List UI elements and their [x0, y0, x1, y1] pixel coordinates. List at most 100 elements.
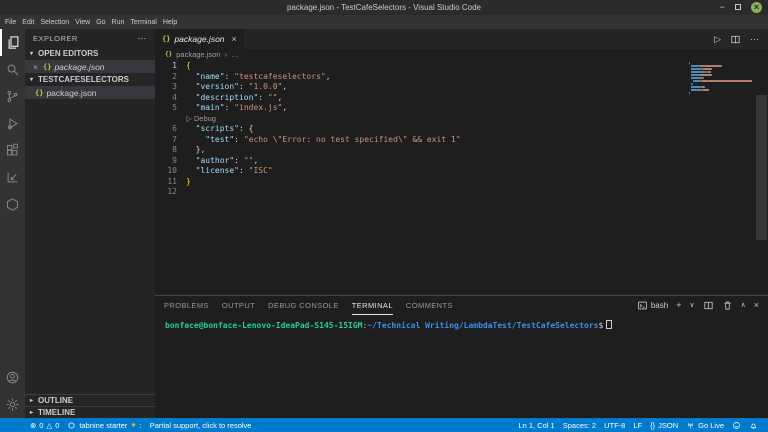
- hexagon-icon[interactable]: [0, 191, 25, 218]
- chart-icon[interactable]: [0, 164, 25, 191]
- tab-package-json[interactable]: {} package.json ×: [155, 29, 244, 49]
- codelens-debug[interactable]: ▷ Debug: [186, 114, 216, 123]
- code-line[interactable]: 8 },: [155, 145, 768, 156]
- code-token: "": [244, 156, 254, 165]
- json-file-icon: {}: [35, 89, 43, 97]
- panel-tab-comments[interactable]: COMMENTS: [406, 296, 453, 315]
- new-terminal-icon[interactable]: +: [676, 300, 681, 311]
- language-label: JSON: [658, 421, 678, 430]
- tab-bar: {} package.json × ▷ ⋯: [155, 29, 768, 49]
- indentation-status[interactable]: Spaces: 2: [559, 421, 600, 430]
- code-line[interactable]: 4 "description": "",: [155, 93, 768, 104]
- broadcast-icon: [686, 421, 695, 430]
- code-line[interactable]: 10 "license": "ISC": [155, 166, 768, 177]
- notifications-bell-icon[interactable]: [745, 421, 762, 430]
- eol-status[interactable]: LF: [629, 421, 646, 430]
- settings-gear-icon[interactable]: [0, 391, 25, 418]
- outline-header[interactable]: ▸ OUTLINE: [25, 394, 155, 406]
- codelens-row[interactable]: ▷ Debug: [155, 114, 768, 125]
- account-icon[interactable]: [0, 364, 25, 391]
- encoding-status[interactable]: UTF-8: [600, 421, 629, 430]
- code-token: "author": [196, 156, 235, 165]
- code-editor[interactable]: 1{2 "name": "testcafeselectors",3 "versi…: [155, 59, 768, 295]
- menu-help[interactable]: Help: [160, 19, 180, 26]
- split-terminal-icon[interactable]: [703, 300, 714, 311]
- panel-tab-terminal[interactable]: TERMINAL: [352, 296, 393, 315]
- breadcrumb-file[interactable]: package.json: [176, 50, 220, 59]
- code-line[interactable]: 6 "scripts": {: [155, 124, 768, 135]
- panel-tab-debug-console[interactable]: DEBUG CONSOLE: [268, 296, 339, 315]
- close-editor-icon[interactable]: ×: [33, 62, 40, 72]
- maximize-panel-icon[interactable]: ∧: [741, 300, 746, 311]
- code-token: [186, 72, 196, 81]
- code-token: :: [239, 166, 249, 175]
- close-window-icon[interactable]: ×: [751, 2, 762, 13]
- open-editor-item-package-json[interactable]: × {} package.json: [25, 60, 155, 73]
- source-control-icon[interactable]: [0, 83, 25, 110]
- search-icon[interactable]: [0, 56, 25, 83]
- breadcrumb[interactable]: {} package.json › …: [155, 49, 768, 59]
- explorer-icon[interactable]: [0, 29, 25, 56]
- line-text: "version": "1.0.0",: [177, 82, 287, 93]
- minimize-icon[interactable]: −: [720, 0, 725, 15]
- code-line[interactable]: 12: [155, 187, 768, 198]
- timeline-header[interactable]: ▸ TIMELINE: [25, 406, 155, 418]
- shell-selector[interactable]: bash: [637, 300, 668, 311]
- code-line[interactable]: 7 "test": "echo \"Error: no test specifi…: [155, 135, 768, 146]
- menu-terminal[interactable]: Terminal: [127, 19, 159, 26]
- kill-terminal-icon[interactable]: [722, 300, 733, 311]
- cursor-position[interactable]: Ln 1, Col 1: [514, 421, 558, 430]
- extensions-icon[interactable]: [0, 137, 25, 164]
- code-token: ,: [253, 156, 258, 165]
- terminal-dropdown-icon[interactable]: ∨: [689, 300, 694, 311]
- code-line[interactable]: 5 "main": "index.js",: [155, 103, 768, 114]
- code-line[interactable]: 9 "author": "",: [155, 156, 768, 167]
- menu-edit[interactable]: Edit: [19, 19, 37, 26]
- breadcrumb-tail[interactable]: …: [231, 50, 239, 59]
- minimap-segment: [710, 71, 711, 73]
- menu-view[interactable]: View: [72, 19, 93, 26]
- line-number: 1: [155, 61, 177, 72]
- menu-file[interactable]: File: [2, 19, 19, 26]
- menu-go[interactable]: Go: [93, 19, 108, 26]
- panel-tab-output[interactable]: OUTPUT: [222, 296, 255, 315]
- code-token: ,: [282, 82, 287, 91]
- tabnine-status[interactable]: tabnine starter ★ :: [63, 421, 145, 430]
- panel-actions: bash + ∨ ∧ ×: [637, 300, 759, 311]
- menu-run[interactable]: Run: [109, 19, 128, 26]
- feedback-button[interactable]: [728, 421, 745, 430]
- minimap-segment: [703, 68, 711, 70]
- minimap-line: [689, 83, 751, 85]
- minimap[interactable]: [689, 62, 751, 98]
- status-bar: ⊗ 0 △ 0 tabnine starter ★ : Partial supp…: [0, 418, 768, 432]
- line-text: "author": "",: [177, 156, 258, 167]
- language-mode[interactable]: {} JSON: [646, 421, 682, 430]
- more-actions-icon[interactable]: ⋯: [750, 34, 759, 45]
- code-line[interactable]: 1{: [155, 61, 768, 72]
- code-token: "test": [205, 135, 234, 144]
- code-line[interactable]: 2 "name": "testcafeselectors",: [155, 72, 768, 83]
- close-tab-icon[interactable]: ×: [232, 34, 237, 44]
- explorer-more-actions-icon[interactable]: ⋯: [138, 33, 148, 44]
- run-file-icon[interactable]: ▷: [714, 34, 721, 45]
- menu-selection[interactable]: Selection: [37, 19, 72, 26]
- minimap-segment: [691, 68, 701, 70]
- split-editor-icon[interactable]: [730, 34, 741, 45]
- code-line[interactable]: 3 "version": "1.0.0",: [155, 82, 768, 93]
- go-live-button[interactable]: Go Live: [682, 421, 728, 430]
- editor-scrollbar[interactable]: [756, 95, 767, 240]
- close-panel-icon[interactable]: ×: [754, 300, 759, 311]
- file-item-package-json[interactable]: {} package.json: [25, 86, 155, 99]
- run-debug-icon[interactable]: [0, 110, 25, 137]
- tabnine-separator: :: [140, 421, 142, 430]
- problems-status[interactable]: ⊗ 0 △ 0: [26, 421, 63, 430]
- tabnine-message[interactable]: Partial support, click to resolve: [146, 421, 256, 430]
- code-line[interactable]: 11}: [155, 177, 768, 188]
- line-text: {: [177, 61, 191, 72]
- panel-tab-problems[interactable]: PROBLEMS: [164, 296, 209, 315]
- workspace-header[interactable]: ▾ TESTCAFESELECTORS: [25, 73, 155, 86]
- terminal[interactable]: bonface@bonface-Lenovo-IdeaPad-S145-15IG…: [155, 315, 768, 418]
- minimap-segment: [693, 80, 700, 82]
- maximize-icon[interactable]: [735, 0, 741, 15]
- open-editors-header[interactable]: ▾ OPEN EDITORS: [25, 47, 155, 60]
